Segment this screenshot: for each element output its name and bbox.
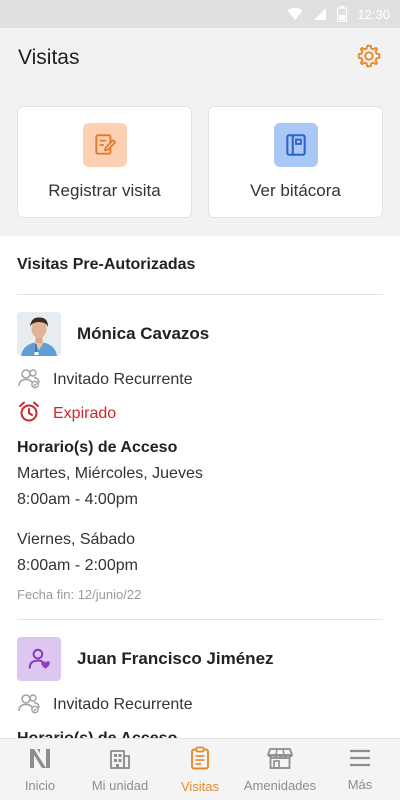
battery-icon (337, 6, 348, 22)
clock: 12:30 (357, 6, 390, 22)
nav-item-inicio[interactable]: Inicio (0, 739, 80, 800)
nav-label: Amenidades (243, 777, 317, 793)
visitor-type: Invitado Recurrente (53, 371, 193, 388)
access-hours-title: Horario(s) de Acceso (17, 439, 178, 456)
divider (17, 294, 383, 295)
schedule-days: Martes, Miércoles, Jueves (17, 465, 203, 482)
app-bar: Visitas (0, 28, 400, 88)
nav-label: Más (347, 776, 373, 792)
register-visit-button[interactable]: Registrar visita (17, 106, 192, 218)
status-bar: 12:30 (0, 0, 400, 28)
alarm-clock-icon (17, 400, 41, 429)
recurring-guests-icon (17, 367, 41, 394)
view-logbook-label: Ver bitácora (250, 181, 341, 200)
recurring-guests-icon (17, 692, 41, 719)
logbook-icon (273, 123, 318, 167)
visitor-type: Invitado Recurrente (53, 696, 193, 713)
divider (17, 619, 383, 620)
visitor-header: Mónica Cavazos (17, 311, 383, 357)
signal-icon (313, 7, 327, 21)
gear-icon[interactable] (356, 43, 382, 74)
section-title: Visitas Pre-Autorizadas (17, 256, 196, 273)
schedule-hours: 8:00am - 2:00pm (17, 557, 138, 574)
page-title: Visitas (18, 46, 80, 69)
nav-item-amenidades[interactable]: Amenidades (240, 739, 320, 800)
visit-card[interactable]: Mónica Cavazos Invitado Recurrente Expir… (0, 311, 400, 602)
home-logo-icon (28, 747, 52, 774)
visitor-name: Juan Francisco Jiménez (77, 649, 274, 668)
visitor-header: Juan Francisco Jiménez (17, 636, 383, 682)
nav-label: Mi unidad (91, 777, 149, 793)
end-date: Fecha fin: 12/junio/22 (17, 587, 142, 602)
wifi-icon (287, 7, 303, 21)
register-visit-label: Registrar visita (48, 181, 161, 200)
store-icon (267, 747, 293, 774)
status-row: Expirado (17, 401, 383, 425)
visitor-type-row: Invitado Recurrente (17, 692, 383, 719)
nav-item-mi-unidad[interactable]: Mi unidad (80, 739, 160, 800)
view-logbook-button[interactable]: Ver bitácora (208, 106, 383, 218)
status-badge: Expirado (53, 405, 117, 422)
visit-card[interactable]: Juan Francisco Jiménez Invitado Recurren… (0, 636, 400, 738)
schedule-days: Viernes, Sábado (17, 531, 136, 548)
schedule-hours: 8:00am - 4:00pm (17, 491, 138, 508)
menu-icon (349, 748, 371, 773)
visitor-name: Mónica Cavazos (77, 324, 210, 343)
nav-label: Visitas (180, 778, 220, 794)
bottom-nav: Inicio Mi unidad Visitas Amenidades Más (0, 738, 400, 800)
nav-label: Inicio (24, 777, 56, 793)
avatar (17, 312, 61, 356)
visitor-type-row: Invitado Recurrente (17, 367, 383, 394)
nav-item-mas[interactable]: Más (320, 739, 400, 800)
nav-item-visitas[interactable]: Visitas (160, 739, 240, 800)
clipboard-icon (188, 746, 212, 775)
access-hours-title: Horario(s) de Acceso (17, 730, 383, 738)
avatar (17, 637, 61, 681)
building-icon (108, 747, 132, 774)
edit-note-icon (82, 123, 127, 167)
quick-actions: Registrar visita Ver bitácora (0, 88, 400, 236)
visits-list-panel[interactable]: Visitas Pre-Autorizadas Mónica Cavazos I… (0, 236, 400, 738)
